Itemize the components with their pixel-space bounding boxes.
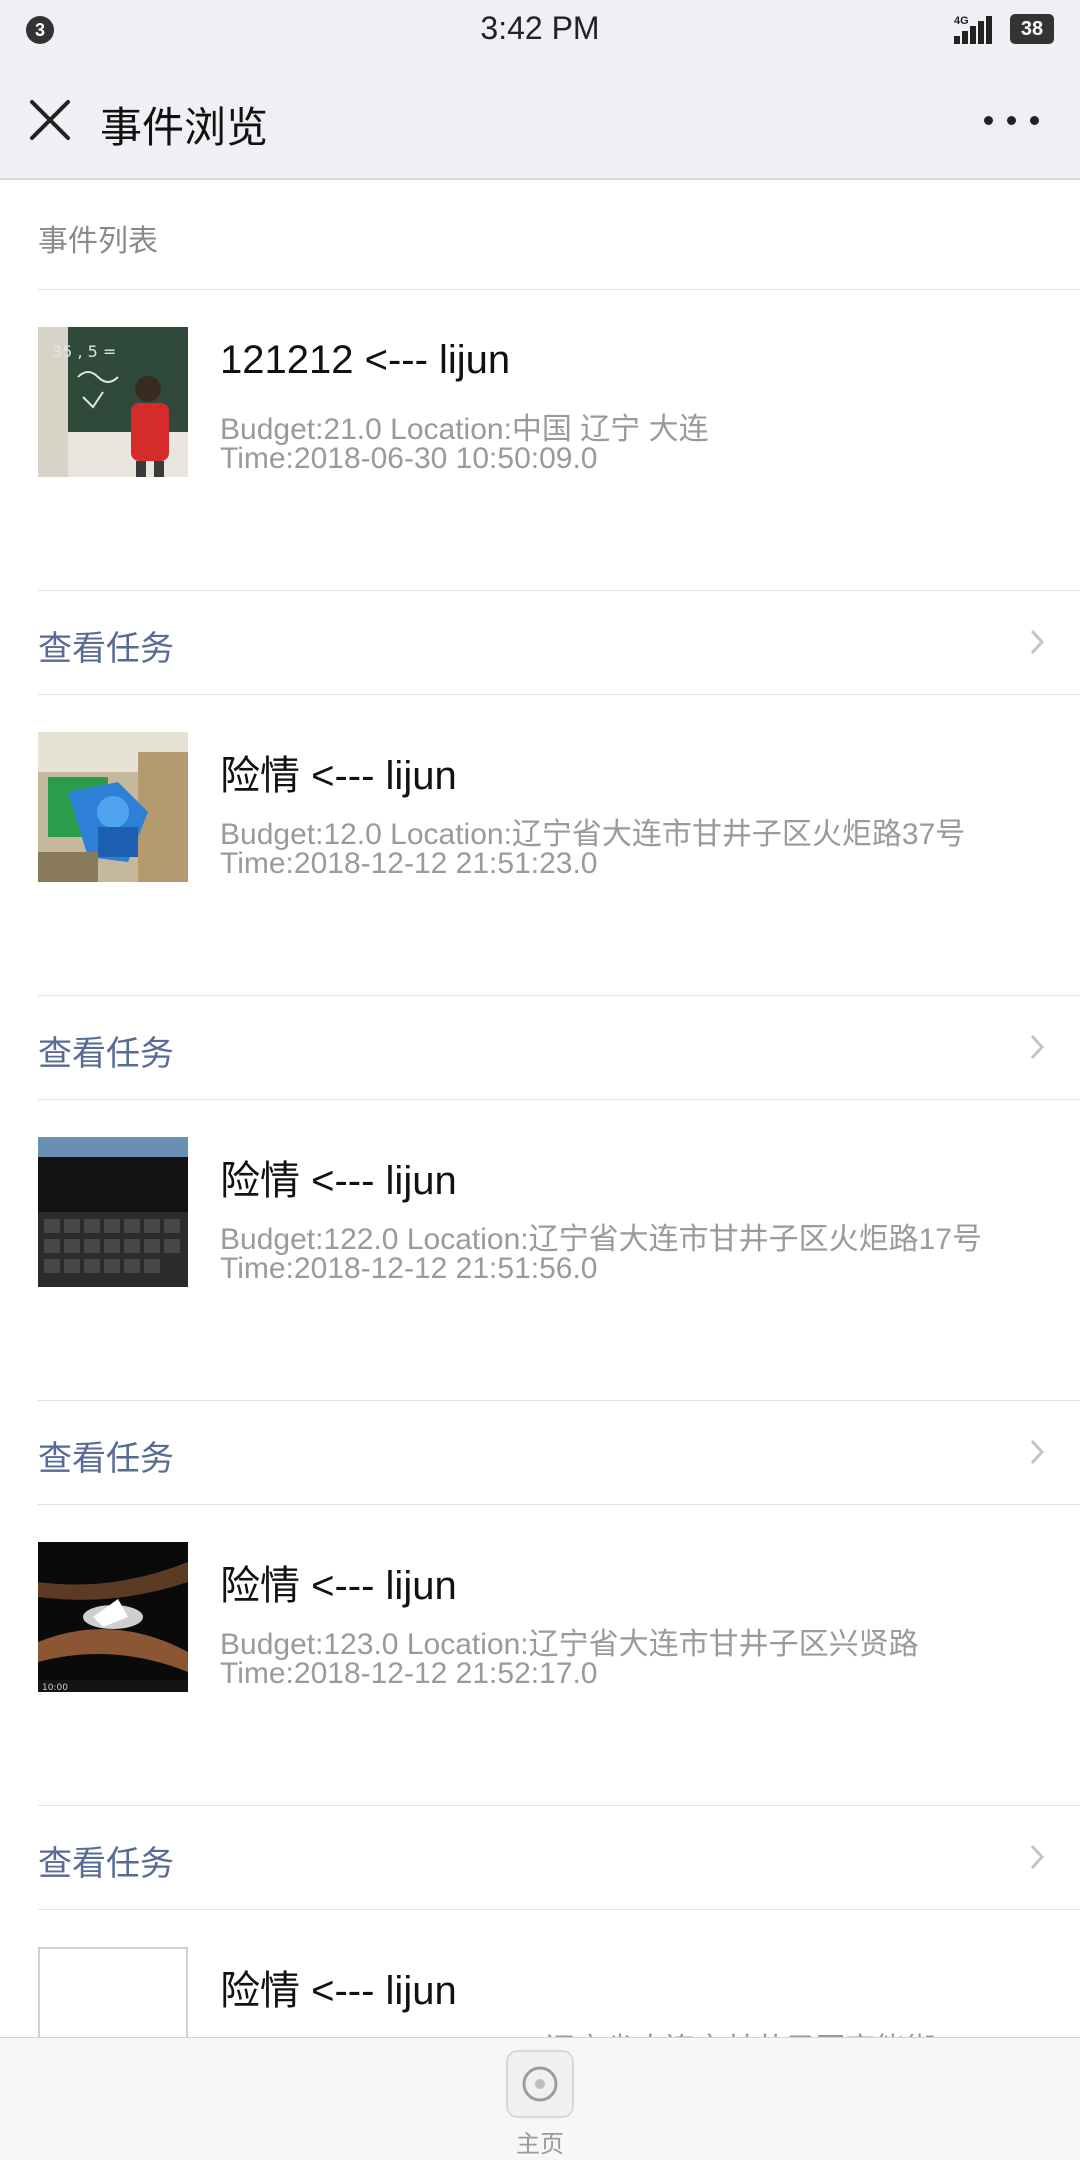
event-title: 险情 <--- lijun xyxy=(220,1159,457,1203)
event-list: 事件列表 35 , 5 = 121212 <--- lijun Budget:2… xyxy=(0,180,1080,2038)
event-card: 险情 <--- lijun Budget:122.0 Location:辽宁省大… xyxy=(0,1100,1080,1505)
event-time: Time:2018-12-12 21:51:56.0 xyxy=(220,1252,598,1285)
view-tasks-button[interactable]: 查看任务 xyxy=(38,590,1080,695)
event-title: 险情 <--- lijun xyxy=(220,1564,457,1608)
network-type: 4G xyxy=(954,15,969,27)
event-card: 险情 <--- lijun Budget:12.0 Location:辽宁省大连… xyxy=(0,695,1080,1100)
event-info[interactable]: 10:00 险情 <--- lijun Budget:123.0 Locatio… xyxy=(0,1505,1080,1805)
event-card: 10:00 险情 <--- lijun Budget:123.0 Locatio… xyxy=(0,1505,1080,1910)
view-tasks-label: 查看任务 xyxy=(38,630,174,668)
event-thumbnail: 35 , 5 = xyxy=(38,327,188,477)
signal-icon: 4G xyxy=(954,16,994,44)
close-icon[interactable] xyxy=(28,98,72,142)
status-bar: 3 3:42 PM 4G 38 xyxy=(0,0,1080,60)
event-info[interactable]: 险情 <--- lijun Budget:1212.0 Location:辽宁省… xyxy=(0,1910,1080,2038)
event-title: 险情 <--- lijun xyxy=(220,754,457,798)
section-header: 事件列表 xyxy=(38,180,1080,290)
view-tasks-button[interactable]: 查看任务 xyxy=(38,995,1080,1100)
event-info[interactable]: 险情 <--- lijun Budget:12.0 Location:辽宁省大连… xyxy=(0,695,1080,995)
status-time: 3:42 PM xyxy=(480,10,600,46)
title-bar: 事件浏览 xyxy=(0,60,1080,180)
home-icon[interactable] xyxy=(506,2050,574,2118)
view-tasks-label: 查看任务 xyxy=(38,1035,174,1073)
event-thumbnail xyxy=(38,732,188,882)
view-tasks-button[interactable]: 查看任务 xyxy=(38,1400,1080,1505)
page-title: 事件浏览 xyxy=(100,104,269,151)
event-time: Time:2018-06-30 10:50:09.0 xyxy=(220,442,598,475)
svg-text:35 , 5 =: 35 , 5 = xyxy=(52,342,116,361)
svg-text:10:00: 10:00 xyxy=(42,1683,68,1692)
event-thumbnail: 10:00 xyxy=(38,1542,188,1692)
chevron-right-icon xyxy=(1030,1439,1044,1465)
more-icon[interactable] xyxy=(984,110,1040,130)
battery-icon: 38 xyxy=(1010,14,1054,44)
event-thumbnail xyxy=(38,1947,188,2038)
event-card: 险情 <--- lijun Budget:1212.0 Location:辽宁省… xyxy=(0,1910,1080,2038)
tab-bar: 主页 xyxy=(0,2037,1080,2160)
chevron-right-icon xyxy=(1030,1844,1044,1870)
event-title: 险情 <--- lijun xyxy=(220,1969,457,2013)
event-time: Time:2018-12-12 21:52:17.0 xyxy=(220,1657,598,1690)
event-info[interactable]: 险情 <--- lijun Budget:122.0 Location:辽宁省大… xyxy=(0,1100,1080,1400)
view-tasks-label: 查看任务 xyxy=(38,1440,174,1478)
chevron-right-icon xyxy=(1030,629,1044,655)
chevron-right-icon xyxy=(1030,1034,1044,1060)
page: 3 3:42 PM 4G 38 事件浏览 事件列表 35 , 5 = 12121… xyxy=(0,0,1080,2160)
event-card: 35 , 5 = 121212 <--- lijun Budget:21.0 L… xyxy=(0,290,1080,695)
event-budget-location: Budget:1212.0 Location:辽宁省大连市甘井子区高能街 xyxy=(220,2024,935,2038)
event-time: Time:2018-12-12 21:51:23.0 xyxy=(220,847,598,880)
view-tasks-label: 查看任务 xyxy=(38,1845,174,1883)
event-info[interactable]: 35 , 5 = 121212 <--- lijun Budget:21.0 L… xyxy=(0,290,1080,590)
event-title: 121212 <--- lijun xyxy=(220,338,511,382)
section-header-label: 事件列表 xyxy=(38,225,158,258)
view-tasks-button[interactable]: 查看任务 xyxy=(38,1805,1080,1910)
home-tab-label[interactable]: 主页 xyxy=(0,2124,1080,2159)
event-thumbnail xyxy=(38,1137,188,1287)
